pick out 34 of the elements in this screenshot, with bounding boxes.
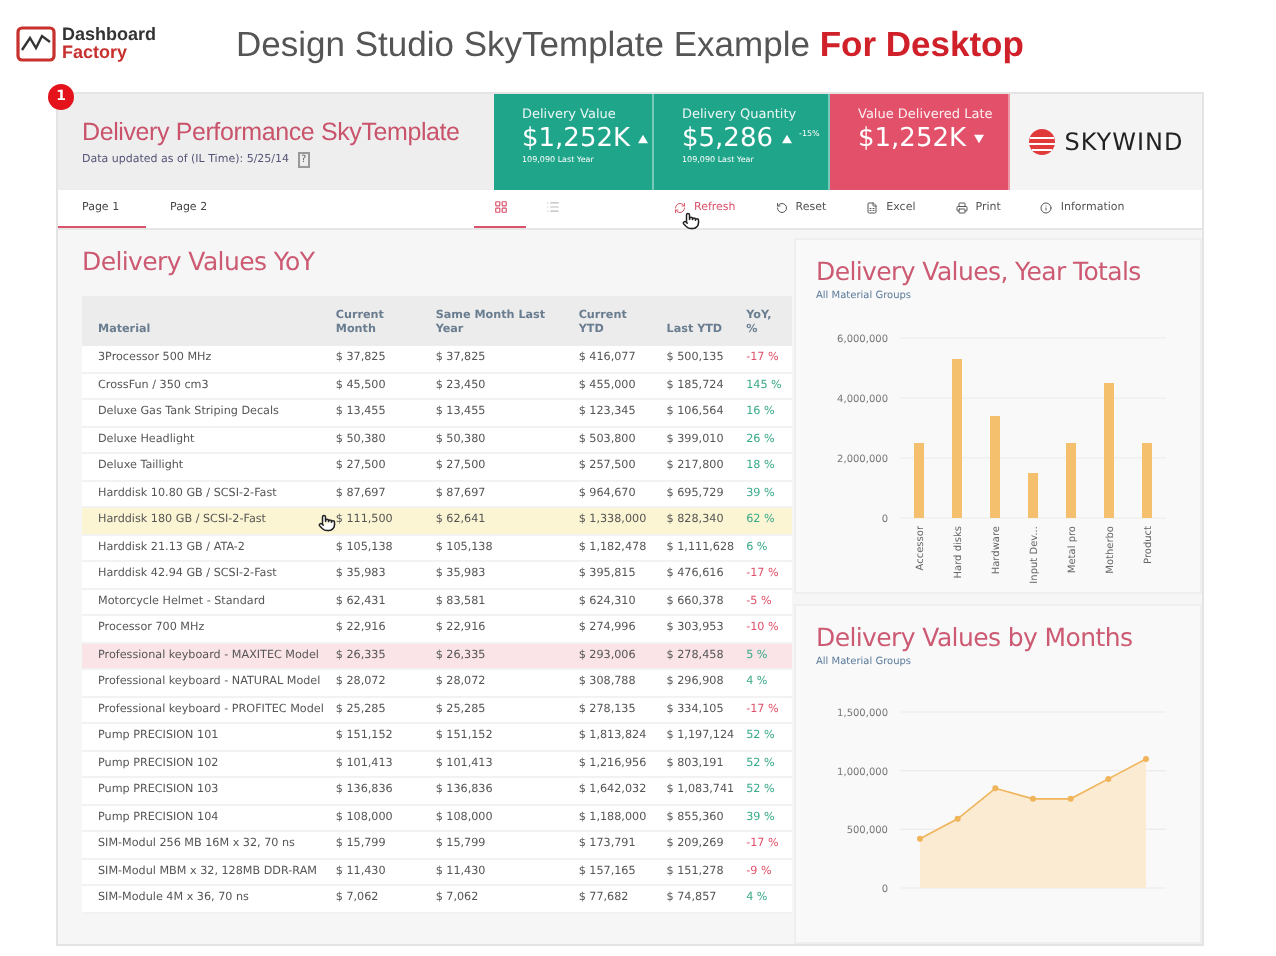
striped-globe-icon [1028, 127, 1057, 156]
bar [1028, 473, 1038, 518]
undo-icon [775, 202, 788, 215]
chart-title: Delivery Values by Months [816, 622, 1135, 652]
grid-icon [493, 200, 507, 215]
company-logo: SKYWIND [1064, 127, 1184, 156]
point [1030, 795, 1036, 802]
printer-icon [955, 202, 968, 215]
point [917, 835, 923, 842]
page-title: Design Studio SkyTemplate Example For Desktop [236, 23, 1024, 65]
kpi-value: $1,252K [858, 124, 967, 154]
point [992, 785, 999, 792]
list-icon [545, 200, 559, 215]
point [1143, 755, 1149, 762]
bar [914, 443, 924, 518]
bar [1142, 443, 1152, 518]
section-title: Delivery Values YoY [82, 246, 317, 276]
bar [990, 416, 1000, 518]
dashboard-title: Delivery Performance SkyTemplate [82, 118, 462, 146]
kpi-value: $1,252K [522, 124, 631, 154]
hand-cursor-icon [318, 514, 336, 532]
bar [1104, 383, 1114, 518]
brand-name: Factory [62, 44, 130, 62]
kpi-value: $5,286 [682, 124, 773, 154]
chart-logo-icon [16, 26, 56, 62]
point [954, 815, 961, 822]
point [1105, 775, 1112, 782]
bar [1066, 443, 1076, 518]
point [1067, 795, 1074, 802]
info-icon [1040, 202, 1053, 215]
refresh-icon [674, 202, 686, 215]
chart-title: Delivery Values, Year Totals [816, 256, 1143, 286]
spreadsheet-icon [866, 202, 879, 215]
brand-name: Dashboard [62, 26, 157, 44]
